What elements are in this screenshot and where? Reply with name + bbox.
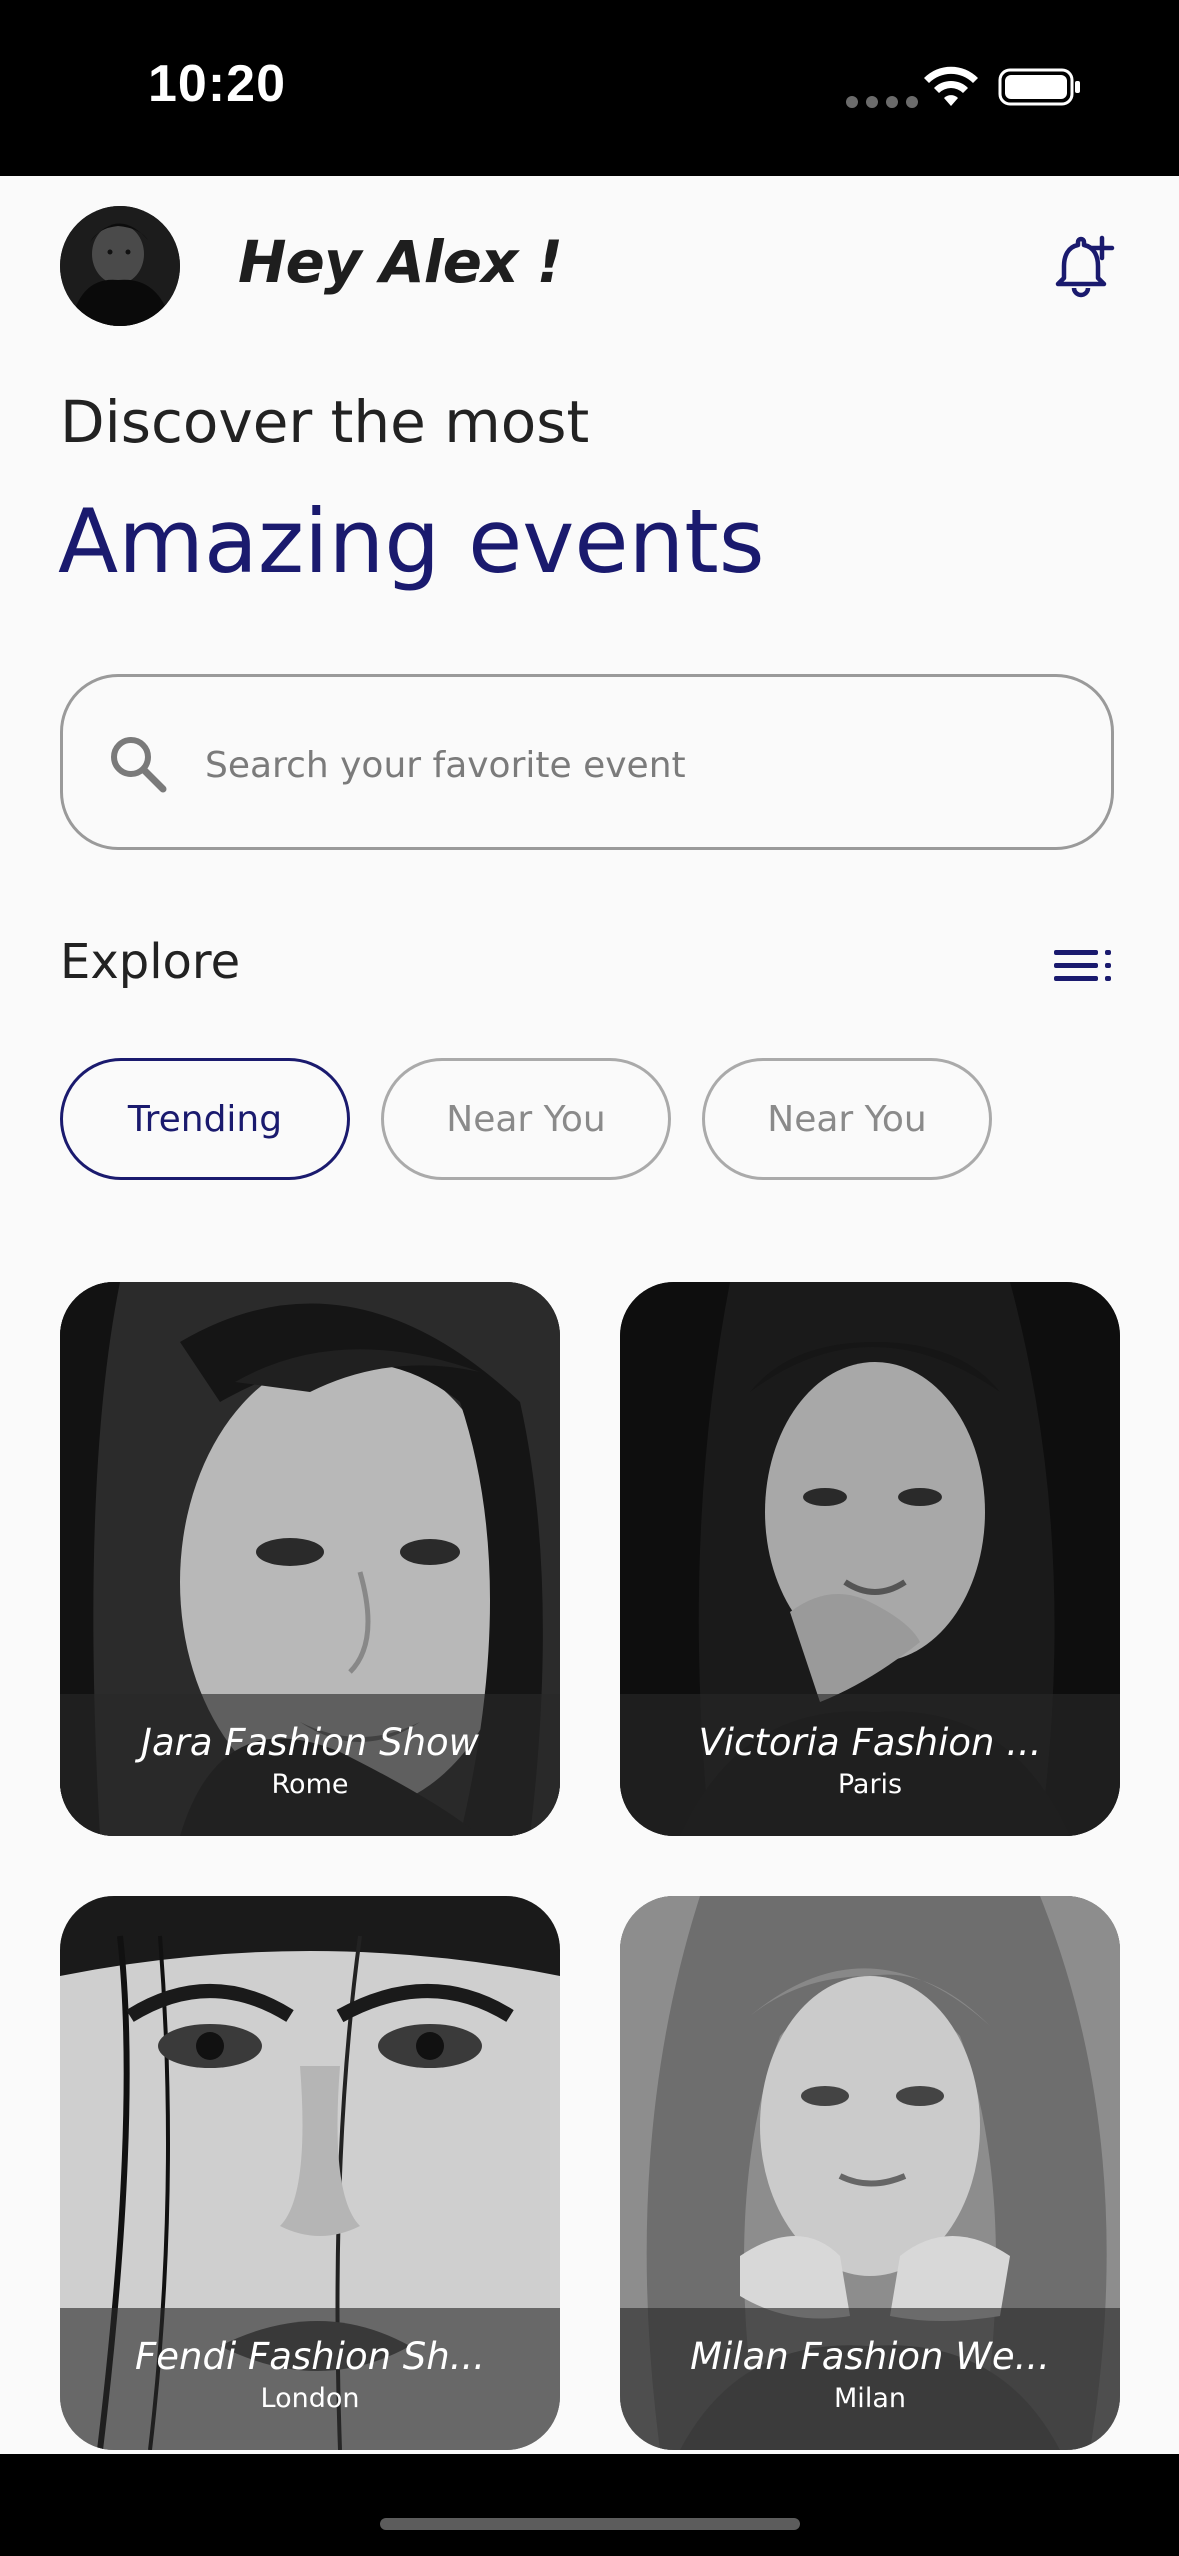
event-title: Victoria Fashion ...: [698, 1721, 1042, 1764]
event-card[interactable]: Milan Fashion We... Milan: [620, 1896, 1120, 2450]
bottom-safe-area: [0, 2454, 1179, 2556]
chip-trending[interactable]: Trending: [60, 1058, 350, 1180]
event-card[interactable]: Jara Fashion Show Rome: [60, 1282, 560, 1836]
event-title: Milan Fashion We...: [690, 2335, 1050, 2378]
event-card[interactable]: Victoria Fashion ... Paris: [620, 1282, 1120, 1836]
hero-subtitle: Discover the most: [60, 388, 590, 456]
notification-bell-icon[interactable]: [1050, 232, 1118, 300]
battery-icon: [998, 68, 1080, 106]
chip-near-you[interactable]: Near You: [381, 1058, 671, 1180]
event-city: Rome: [271, 1769, 349, 1800]
list-filter-icon[interactable]: [1052, 948, 1114, 984]
wifi-icon: [924, 66, 978, 106]
status-time: 10:20: [148, 55, 286, 113]
event-title: Fendi Fashion Sh...: [134, 2335, 486, 2378]
signal-icon: [846, 96, 918, 108]
event-city: Milan: [834, 2383, 906, 2414]
home-indicator[interactable]: [380, 2518, 800, 2530]
event-title: Jara Fashion Show: [141, 1721, 479, 1764]
search-icon: [111, 737, 167, 793]
explore-heading: Explore: [60, 934, 241, 990]
hero-headline: Amazing events: [58, 490, 765, 593]
chip-near-you-2[interactable]: Near You: [702, 1058, 992, 1180]
search-input[interactable]: Search your favorite event: [60, 674, 1114, 850]
event-card[interactable]: Fendi Fashion Sh... London: [60, 1896, 560, 2450]
status-bar: 10:20: [0, 0, 1179, 176]
greeting: Hey Alex !: [238, 228, 563, 296]
avatar[interactable]: [60, 206, 180, 326]
search-placeholder: Search your favorite event: [205, 745, 686, 786]
event-city: London: [260, 2383, 360, 2414]
event-city: Paris: [837, 1769, 903, 1800]
